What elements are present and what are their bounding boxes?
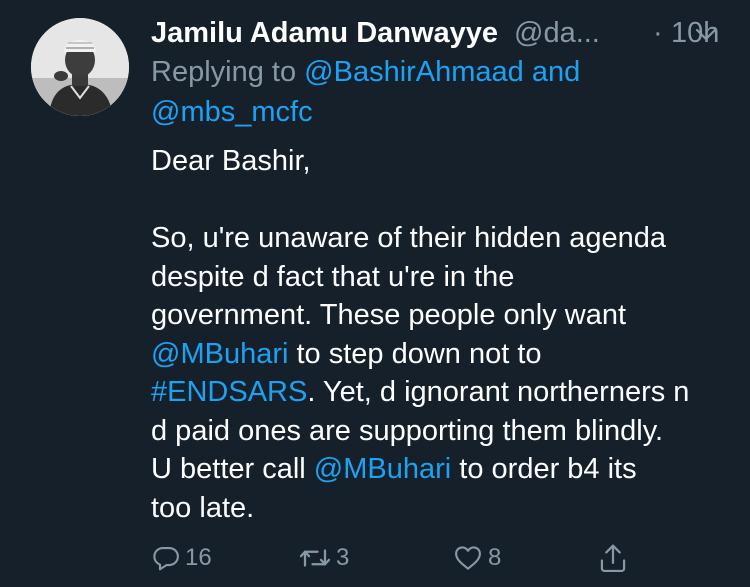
tweet-text-line: government. These people only want (151, 299, 627, 331)
separator-dot: · (653, 17, 663, 49)
tweet-text-line: despite d fact that u're in the (151, 260, 515, 293)
replying-to-and: and (523, 56, 581, 88)
tweet-text: Dear Bashir, So, u're unaware of their h… (151, 142, 741, 527)
action-bar: 16 3 8 (0, 538, 750, 578)
user-handle[interactable]: @da... (514, 14, 600, 52)
hashtag-link[interactable]: #ENDSARS (151, 376, 307, 408)
mention-link[interactable]: @mbs_mcfc (151, 96, 313, 128)
tweet-text-line: #ENDSARS. Yet, d ignorant northerners n (151, 373, 741, 412)
tweet-text-line: So, u're unaware of their hidden agenda (151, 222, 667, 254)
like-count: 8 (488, 544, 502, 571)
tweet-text-line: d paid ones are supporting them blindly. (151, 414, 664, 447)
share-icon (600, 544, 626, 573)
mention-link[interactable]: @MBuhari (314, 453, 451, 485)
mention-link[interactable]: @MBuhari (151, 338, 288, 370)
tweet-header: Jamilu Adamu Danwayye @da... · 10h (151, 14, 731, 54)
tweet-text-line: Dear Bashir, (151, 145, 311, 177)
reply-button[interactable]: 16 (151, 538, 212, 578)
mention-link[interactable]: @BashirAhmaad (304, 56, 524, 88)
tweet-text-fragment: to order b4 its (451, 453, 637, 485)
heart-icon (455, 546, 481, 570)
tweet-text-fragment: U better call (151, 453, 314, 485)
replying-to-label: Replying to (151, 56, 305, 88)
tweet-text-fragment: to step down not to (288, 337, 542, 370)
comment-bubble-icon (153, 546, 179, 571)
tweet-text-line: @MBuhari to step down not to (151, 335, 741, 374)
tweet[interactable]: Jamilu Adamu Danwayye @da... · 10h Reply… (0, 0, 750, 587)
replying-to: Replying to @BashirAhmaad and @mbs_mcfc (151, 52, 711, 132)
share-button[interactable] (598, 538, 628, 578)
avatar[interactable] (31, 18, 129, 116)
tweet-text-fragment: . Yet, d ignorant northerners n (307, 376, 690, 408)
tweet-text-line: U better call @MBuhari to order b4 its (151, 450, 741, 489)
retweet-button[interactable]: 3 (298, 538, 349, 578)
chevron-down-icon[interactable] (694, 22, 718, 46)
display-name[interactable]: Jamilu Adamu Danwayye (151, 14, 498, 52)
retweet-count: 3 (336, 544, 350, 571)
like-button[interactable]: 8 (452, 538, 501, 578)
reply-count: 16 (185, 544, 212, 571)
retweet-icon (299, 549, 331, 567)
tweet-text-line: too late. (151, 491, 255, 524)
